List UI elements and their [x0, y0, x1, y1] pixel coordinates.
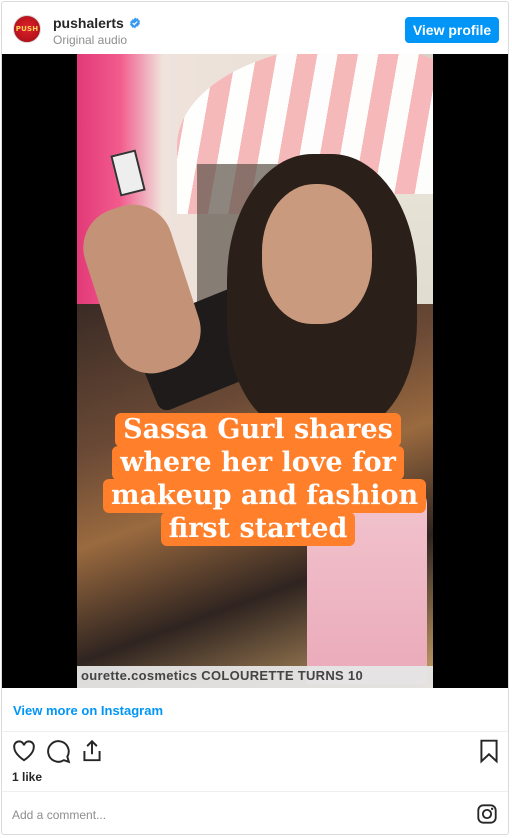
instagram-icon[interactable] [476, 803, 498, 825]
caption-line: Sassa Gurl shares [115, 413, 401, 447]
heart-icon[interactable] [11, 738, 37, 764]
video-player[interactable]: Sassa Gurl shares where her love for mak… [2, 54, 508, 688]
avatar-logo-text: PUSH [15, 25, 39, 33]
view-more-row: View more on Instagram [2, 688, 508, 732]
view-more-link[interactable]: View more on Instagram [13, 703, 163, 718]
comment-icon[interactable] [45, 738, 71, 764]
comment-input[interactable] [12, 805, 452, 825]
action-bar [2, 733, 508, 769]
avatar[interactable]: PUSH [13, 15, 41, 43]
username[interactable]: pushalerts [53, 15, 124, 31]
caption-line: where her love for [112, 446, 404, 480]
caption-line: makeup and fashion [103, 479, 427, 513]
ticker-text: ourette.cosmetics COLOURETTE TURNS 10 [81, 668, 363, 683]
share-icon[interactable] [79, 738, 105, 764]
like-count[interactable]: 1 like [12, 770, 42, 784]
view-profile-button[interactable]: View profile [405, 17, 499, 43]
username-row: pushalerts [53, 15, 141, 31]
comment-row [2, 791, 508, 834]
instagram-embed-card: PUSH pushalerts Original audio View prof… [1, 1, 509, 835]
video-caption: Sassa Gurl shares where her love for mak… [103, 413, 427, 546]
video-frame: Sassa Gurl shares where her love for mak… [77, 54, 433, 688]
verified-badge-icon [129, 17, 140, 29]
caption-line: first started [160, 512, 356, 546]
audio-label[interactable]: Original audio [53, 33, 127, 47]
bookmark-icon[interactable] [476, 738, 502, 764]
post-header: PUSH pushalerts Original audio View prof… [2, 2, 508, 56]
face [262, 184, 372, 324]
